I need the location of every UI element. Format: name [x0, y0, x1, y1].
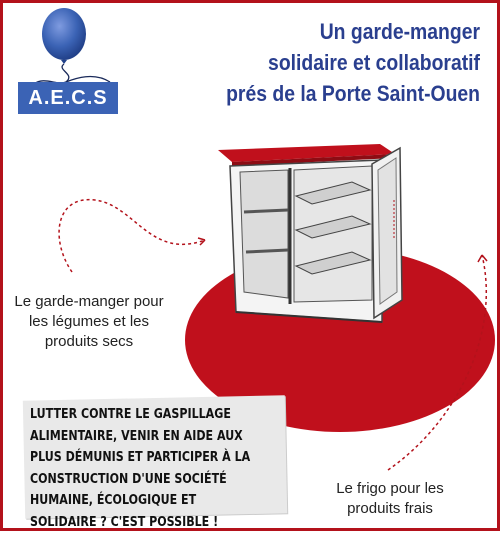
right-arrow-head	[477, 254, 488, 263]
cabinet-body	[229, 159, 383, 323]
caption-fridge: Le frigo pour les produits frais	[336, 480, 444, 517]
banner-text: Lutter contre le gaspillage alimentaire,…	[30, 406, 251, 530]
fridge-door	[371, 146, 403, 320]
caption-pantry: Le garde-manger pour les légumes et les …	[14, 293, 164, 350]
left-dashed-arrow	[58, 199, 206, 273]
